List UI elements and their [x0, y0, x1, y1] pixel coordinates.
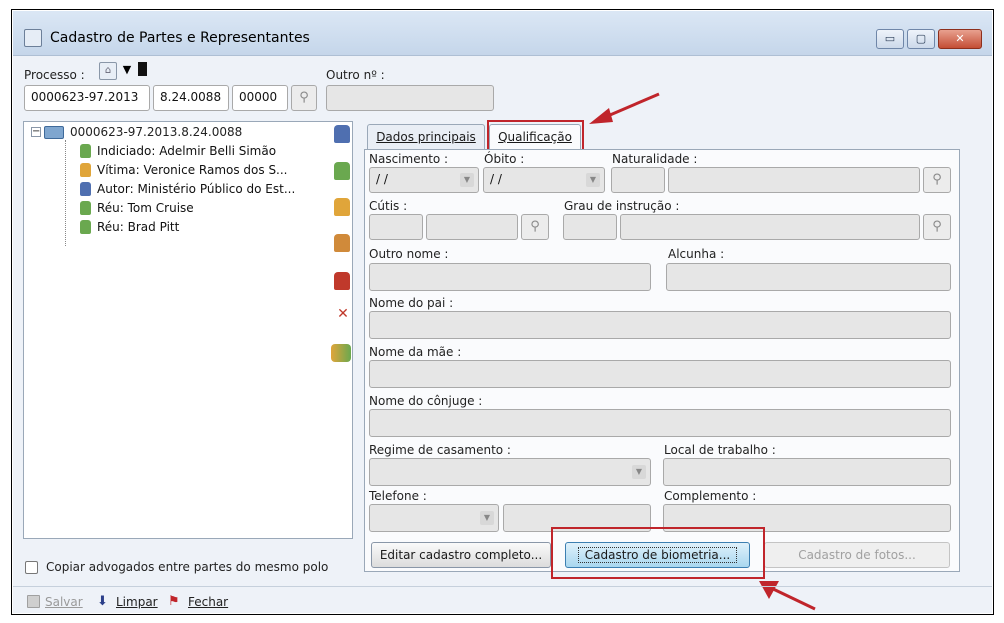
- copiar-advogados-label: Copiar advogados entre partes do mesmo p…: [46, 560, 329, 574]
- regime-casamento-label: Regime de casamento :: [369, 443, 511, 457]
- person-icon: [80, 220, 91, 234]
- group-persons-icon[interactable]: [331, 344, 351, 362]
- naturalidade-label: Naturalidade :: [612, 152, 698, 166]
- add-reu-icon[interactable]: [334, 162, 350, 180]
- regime-casamento-select[interactable]: ▼: [369, 458, 651, 486]
- grau-search-icon[interactable]: ⚲: [923, 214, 951, 240]
- nome-conjuge-label: Nome do cônjuge :: [369, 394, 483, 408]
- local-trabalho-field[interactable]: [663, 458, 951, 486]
- person-icon: [80, 201, 91, 215]
- annotation-arrow-bottom: [759, 581, 816, 611]
- add-vitima-icon[interactable]: [334, 198, 350, 216]
- naturalidade-uf-field[interactable]: [611, 167, 665, 193]
- tab-dados-principais[interactable]: Dados principais: [367, 124, 485, 150]
- add-testemunha-icon[interactable]: [334, 234, 350, 252]
- naturalidade-city-field[interactable]: [668, 167, 920, 193]
- grau-instrucao-label: Grau de instrução :: [564, 199, 680, 213]
- outro-nome-label: Outro nome :: [369, 247, 449, 261]
- save-icon: [27, 595, 40, 608]
- alcunha-field[interactable]: [666, 263, 951, 291]
- complemento-label: Complemento :: [664, 489, 757, 503]
- remove-person-icon[interactable]: ✕: [333, 306, 353, 326]
- limpar-button[interactable]: Limpar: [116, 595, 158, 609]
- outro-nome-field[interactable]: [369, 263, 651, 291]
- processo-seg1-field[interactable]: 0000623-97.2013: [24, 85, 150, 111]
- cutis-label: Cútis :: [369, 199, 408, 213]
- annotation-highlight-biometria: [551, 527, 765, 579]
- flag-icon[interactable]: [138, 62, 147, 76]
- clear-icon: ⬇: [97, 594, 108, 609]
- collapse-toggle[interactable]: −: [31, 127, 41, 137]
- nome-pai-label: Nome do pai :: [369, 296, 454, 310]
- toolbar-divider: [13, 586, 992, 587]
- fechar-button[interactable]: Fechar: [188, 595, 228, 609]
- tree-root-label[interactable]: 0000623-97.2013.8.24.0088: [70, 125, 242, 139]
- obito-date-field[interactable]: / / ▼: [483, 167, 605, 193]
- nome-pai-field[interactable]: [369, 311, 951, 339]
- cutis-search-icon[interactable]: ⚲: [521, 214, 549, 240]
- building-icon[interactable]: ⌂: [99, 62, 117, 80]
- outro-numero-field[interactable]: [326, 85, 494, 111]
- exit-icon: ⚑: [168, 594, 180, 609]
- editar-cadastro-button[interactable]: Editar cadastro completo...: [371, 542, 551, 568]
- tree-item-reu-brad[interactable]: Réu: Brad Pitt: [80, 220, 179, 234]
- nome-mae-label: Nome da mãe :: [369, 345, 462, 359]
- naturalidade-search-icon[interactable]: ⚲: [923, 167, 951, 193]
- minimize-button[interactable]: ▭: [876, 29, 904, 49]
- nome-conjuge-field[interactable]: [369, 409, 951, 437]
- telefone-label: Telefone :: [369, 489, 427, 503]
- close-button[interactable]: ✕: [938, 29, 982, 49]
- processo-seg3-field[interactable]: 00000: [232, 85, 288, 111]
- nascimento-label: Nascimento :: [369, 152, 449, 166]
- telefone-type-select[interactable]: ▼: [369, 504, 499, 532]
- cutis-desc-field[interactable]: [426, 214, 518, 240]
- window-title: Cadastro de Partes e Representantes: [50, 30, 310, 46]
- add-representante-icon[interactable]: [334, 272, 350, 290]
- obito-label: Óbito :: [484, 152, 525, 166]
- person-icon: [80, 182, 91, 196]
- copiar-advogados-checkbox[interactable]: [25, 561, 38, 574]
- window-icon: [24, 29, 42, 47]
- maximize-button[interactable]: ▢: [907, 29, 935, 49]
- annotation-arrow-top: [589, 92, 660, 124]
- tree-line: [65, 140, 66, 246]
- processo-seg2-field[interactable]: 8.24.0088: [153, 85, 229, 111]
- person-icon: [80, 144, 91, 158]
- nascimento-date-field[interactable]: / / ▼: [369, 167, 479, 193]
- folder-icon: [44, 126, 64, 139]
- tree-item-indiciado[interactable]: Indiciado: Adelmir Belli Simão: [80, 144, 276, 158]
- search-icon[interactable]: ⚲: [291, 85, 317, 111]
- add-autor-icon[interactable]: [334, 125, 350, 143]
- chevron-down-icon[interactable]: ▼: [119, 63, 135, 79]
- salvar-button[interactable]: Salvar: [45, 595, 83, 609]
- tree-item-reu-tom[interactable]: Réu: Tom Cruise: [80, 201, 194, 215]
- cadastro-fotos-button[interactable]: Cadastro de fotos...: [764, 542, 950, 568]
- cutis-code-field[interactable]: [369, 214, 423, 240]
- grau-code-field[interactable]: [563, 214, 617, 240]
- tree-item-autor[interactable]: Autor: Ministério Público do Est...: [80, 182, 295, 196]
- grau-desc-field[interactable]: [620, 214, 920, 240]
- processo-label: Processo :: [24, 68, 85, 82]
- outro-numero-label: Outro nº :: [326, 68, 385, 82]
- annotation-highlight-tab: [487, 120, 584, 152]
- person-icon: [80, 163, 91, 177]
- nome-mae-field[interactable]: [369, 360, 951, 388]
- alcunha-label: Alcunha :: [668, 247, 725, 261]
- tree-item-vitima[interactable]: Vítima: Veronice Ramos dos S...: [80, 163, 288, 177]
- local-trabalho-label: Local de trabalho :: [664, 443, 776, 457]
